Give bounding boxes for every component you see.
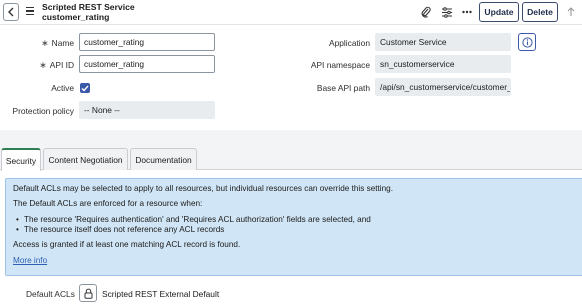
- api-id-label: ∗ API ID: [39, 60, 74, 70]
- name-field[interactable]: customer_rating: [79, 33, 215, 51]
- base-api-path-label: Base API path: [316, 83, 370, 93]
- related-tabs: Security Content Negotiation Documentati…: [0, 130, 582, 171]
- protection-policy-select[interactable]: -- None --: [79, 101, 215, 119]
- delete-button[interactable]: Delete: [522, 2, 558, 22]
- up-arrow-icon[interactable]: [564, 5, 578, 19]
- back-icon: [8, 7, 14, 17]
- default-acls-value: Scripted REST External Default: [102, 289, 220, 299]
- info-icon: [521, 36, 533, 48]
- info-enforced-heading: The Default ACLs are enforced for a reso…: [13, 199, 203, 208]
- application-info-button[interactable]: [518, 33, 536, 51]
- record-form: ∗ Name customer_rating ∗ API ID customer_r…: [0, 25, 582, 130]
- required-marker: ∗: [41, 38, 49, 48]
- menu-icon[interactable]: [26, 7, 34, 15]
- active-label: Active: [51, 83, 74, 93]
- settings-sliders-icon[interactable]: [440, 5, 454, 19]
- application-label: Application: [329, 38, 370, 48]
- tab-documentation[interactable]: Documentation: [130, 148, 197, 170]
- tab-security[interactable]: Security: [1, 148, 41, 171]
- name-label: ∗ Name: [41, 38, 74, 48]
- checkmark-icon: [81, 85, 89, 92]
- list-item: The resource itself does not reference a…: [16, 225, 224, 235]
- more-icon[interactable]: [460, 5, 474, 19]
- lock-icon: [84, 288, 92, 299]
- protection-policy-label: Protection policy: [12, 106, 74, 116]
- default-acls-label: Default ACLs: [26, 289, 75, 299]
- security-info-box: Default ACLs may be selected to apply to…: [5, 178, 582, 276]
- record-title: Scripted REST Service customer_rating: [42, 2, 135, 22]
- api-namespace-label: API namespace: [310, 60, 370, 70]
- base-api-path-field: /api/sn_customerservice/customer_r: [375, 78, 511, 96]
- info-intro: Default ACLs may be selected to apply to…: [13, 184, 394, 193]
- update-button[interactable]: Update: [479, 2, 519, 22]
- required-marker: ∗: [39, 60, 47, 70]
- tab-content-negotiation[interactable]: Content Negotiation: [43, 148, 128, 170]
- default-acls-lock-button[interactable]: [79, 284, 97, 302]
- record-header: Scripted REST Service customer_rating Up…: [0, 0, 582, 25]
- more-info-link[interactable]: More info: [13, 256, 47, 265]
- api-id-field[interactable]: customer_rating: [79, 55, 215, 73]
- active-checkbox[interactable]: [80, 83, 90, 93]
- api-namespace-field: sn_customerservice: [375, 55, 511, 73]
- record-name: customer_rating: [42, 11, 110, 22]
- back-button[interactable]: [3, 3, 19, 21]
- application-field: Customer Service: [375, 33, 511, 51]
- list-item: The resource 'Requires authentication' a…: [16, 215, 371, 225]
- paperclip-icon[interactable]: [419, 5, 433, 19]
- info-access-note: Access is granted if at least one matchi…: [13, 240, 241, 249]
